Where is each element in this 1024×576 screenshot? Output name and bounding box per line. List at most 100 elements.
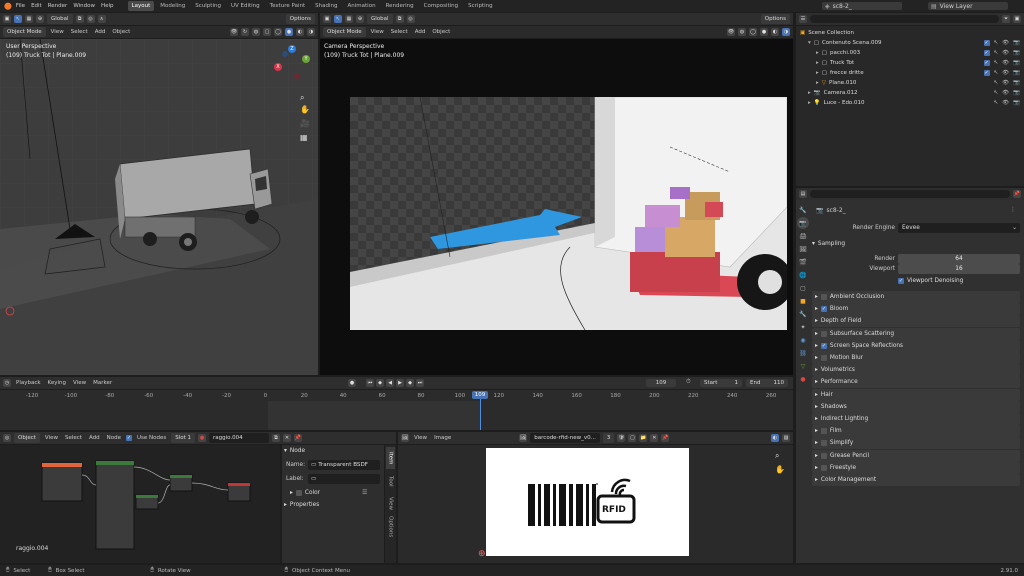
material-name-field[interactable]: raggio.004 (209, 433, 270, 443)
panel-enable-checkbox[interactable] (820, 440, 827, 447)
xray-icon[interactable]: ▢ (263, 28, 271, 36)
overlay-icon-right[interactable]: ◍ (738, 28, 746, 36)
select-tool-icon[interactable]: ↖ (14, 15, 22, 23)
menu-help[interactable]: Help (99, 3, 116, 9)
shading-solid-icon[interactable]: ● (285, 28, 293, 36)
gizmo-icon[interactable]: ↻ (241, 28, 249, 36)
material-tab-icon[interactable]: ● (797, 373, 809, 385)
properties-options-icon[interactable]: ⋮ (1010, 206, 1016, 213)
view-layer-selector[interactable]: ▤ View Layer (928, 2, 1008, 10)
node-menu-select[interactable]: Select (63, 435, 84, 441)
use-nodes-checkbox[interactable]: ✓ (125, 435, 132, 441)
render-camera-icon[interactable]: 📷 (1013, 70, 1020, 76)
workspace-tab-scripting[interactable]: Scripting (464, 1, 496, 11)
gizmo-z-axis[interactable]: Z (288, 45, 296, 53)
viewport-menu-view[interactable]: View (49, 29, 66, 35)
shading-wire-icon[interactable]: ◯ (274, 28, 282, 36)
current-frame-field[interactable]: 109 (646, 379, 676, 387)
zoom-icon[interactable]: ⌕ (300, 93, 304, 103)
copy-material-icon[interactable]: ⧉ (272, 434, 281, 442)
viewport-right-menu-view[interactable]: View (369, 29, 386, 35)
timeline-menu-view[interactable]: View (71, 380, 88, 386)
image-editor-type-icon[interactable]: 🖼 (401, 434, 409, 442)
editor-type-icon-right[interactable]: ▣ (323, 15, 331, 23)
exclude-checkbox[interactable]: ✓ (983, 50, 990, 56)
properties-panel-header[interactable]: ▸ ✓ Bloom (812, 303, 1020, 316)
node-menu-add[interactable]: Add (87, 435, 102, 441)
visibility-icon-right[interactable]: 👁 (727, 28, 735, 36)
play-reverse-icon[interactable]: ◀ (386, 379, 394, 387)
orientation-dropdown-right[interactable]: Global (367, 14, 393, 24)
tool-tab-icon[interactable]: 🔧 (797, 204, 809, 216)
view-layer-tab-icon[interactable]: 🖼 (797, 243, 809, 255)
node-panel-header[interactable]: ▾ Node (284, 445, 380, 457)
gizmo-x-axis[interactable]: X (274, 63, 282, 71)
pan-hand-icon[interactable]: ✋ (300, 105, 310, 114)
render-camera-icon[interactable]: 📷 (1013, 40, 1020, 46)
visibility-icon[interactable]: 👁 (230, 28, 238, 36)
properties-panel-header[interactable]: ▸ Grease Pencil (812, 449, 1020, 462)
physics-tab-icon[interactable]: ◉ (797, 334, 809, 346)
transform-pivot-icon-right[interactable]: ⊕ (356, 15, 364, 23)
timeline-menu-marker[interactable]: Marker (91, 380, 114, 386)
panel-enable-checkbox[interactable] (820, 464, 827, 471)
list-icon[interactable]: ☰ (362, 489, 367, 496)
chevron-down-icon[interactable]: ▸ (808, 100, 811, 106)
viewport-menu-add[interactable]: Add (93, 29, 108, 35)
camera-view-icon[interactable]: 🎥 (300, 119, 310, 128)
properties-panel-header[interactable]: ▸ ✓ Screen Space Reflections (812, 339, 1020, 352)
render-engine-dropdown[interactable]: Eevee ⌄ (898, 223, 1020, 233)
menu-edit[interactable]: Edit (29, 3, 44, 9)
viewport-right-canvas[interactable]: Camera Perspective (109) Truck Tot | Pla… (320, 39, 793, 375)
color-checkbox[interactable] (295, 490, 302, 496)
node-color-row[interactable]: ▸ Color (290, 490, 320, 496)
viewport-denoising-checkbox[interactable]: ✓ Viewport Denoising (898, 278, 963, 284)
shading-rendered-icon[interactable]: ◑ (307, 28, 315, 36)
node-menu-node[interactable]: Node (105, 435, 123, 441)
menu-window[interactable]: Window (71, 3, 97, 9)
shading-solid-icon-right[interactable]: ● (760, 28, 768, 36)
panel-enable-checkbox[interactable]: ✓ (820, 342, 827, 349)
node-label-field[interactable]: ▭ (308, 474, 380, 484)
properties-search-field[interactable] (810, 190, 1010, 198)
stopwatch-icon[interactable]: ⏱ (686, 378, 691, 386)
open-image-icon[interactable]: 📁 (639, 434, 648, 442)
image-browse-icon[interactable]: 🖼 (519, 434, 528, 442)
unlink-icon[interactable]: ✕ (283, 434, 292, 442)
node-sidebar-tab[interactable]: View (386, 493, 395, 515)
timeline-type-icon[interactable]: ◷ (3, 379, 11, 387)
image-pin-icon[interactable]: 📌 (661, 434, 670, 442)
blender-logo-icon[interactable]: ⬤ (4, 2, 12, 10)
visibility-eye-icon[interactable]: 👁 (1002, 50, 1009, 56)
playhead-frame-badge[interactable]: 109 (472, 391, 488, 399)
viewport-left-canvas[interactable]: User Perspective (109) Truck Tot | Plane… (0, 39, 318, 375)
workspace-tab-shading[interactable]: Shading (311, 1, 341, 11)
unlink-image-icon[interactable]: ✕ (650, 434, 659, 442)
slot-dropdown[interactable]: Slot 1 (171, 433, 196, 443)
panel-enable-checkbox[interactable] (820, 428, 827, 435)
new-image-icon[interactable]: ▢ (628, 434, 637, 442)
select-arrow-icon[interactable]: ↖ (994, 80, 999, 86)
outliner-item[interactable]: ▸ 📷 Camera.012 ↖ 👁 📷 (796, 88, 1024, 98)
exclude-checkbox[interactable]: ✓ (983, 70, 990, 76)
panel-enable-checkbox[interactable] (820, 294, 827, 300)
proportional-edit-icon[interactable]: ◎ (86, 15, 95, 23)
end-frame-field[interactable]: End 110 (746, 379, 788, 387)
image-overlay-icon[interactable]: ▨ (782, 434, 790, 442)
menu-file[interactable]: File (14, 3, 27, 9)
exclude-checkbox[interactable]: ✓ (983, 40, 990, 46)
panel-enable-checkbox[interactable] (820, 330, 827, 337)
select-arrow-icon[interactable]: ↖ (994, 70, 999, 76)
render-camera-icon[interactable]: 📷 (1013, 50, 1020, 56)
select-arrow-icon[interactable]: ↖ (994, 40, 999, 46)
new-collection-icon[interactable]: ▣ (1013, 15, 1021, 23)
viewport-samples-field[interactable]: 16 (898, 264, 1020, 274)
filter-icon[interactable]: ⏷ (1002, 15, 1010, 23)
navigation-gizmo[interactable]: Z Y X (272, 45, 312, 85)
workspace-tab-sculpting[interactable]: Sculpting (191, 1, 225, 11)
snap-icon-right[interactable]: ⧉ (395, 15, 404, 23)
image-editor-canvas[interactable]: RFID ⌕ ✋ ⊕ (398, 445, 793, 563)
render-camera-icon[interactable]: 📷 (1013, 60, 1020, 66)
render-camera-icon[interactable]: 📷 (1013, 100, 1020, 106)
workspace-tab-layout[interactable]: Layout (127, 1, 155, 11)
